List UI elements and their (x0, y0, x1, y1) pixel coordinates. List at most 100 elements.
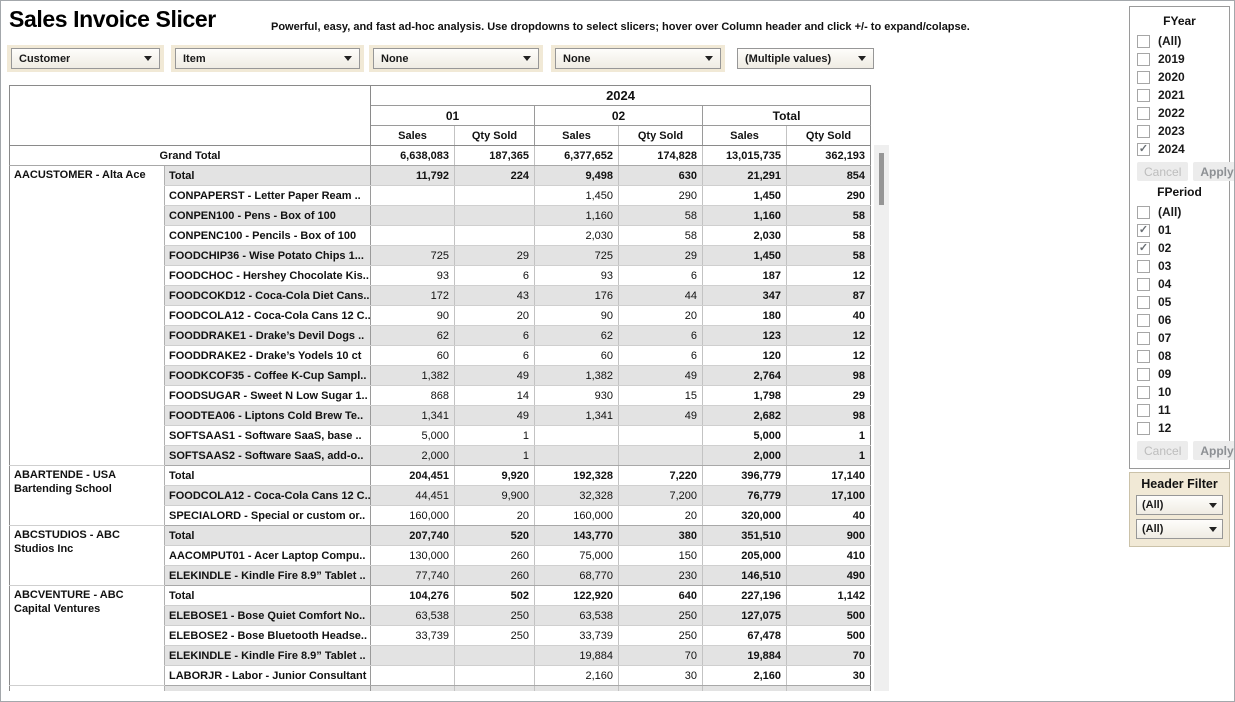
cell-value: 40 (787, 506, 871, 526)
cell-value: 260 (455, 566, 535, 586)
fyear-option-2019[interactable]: 2019 (1137, 50, 1222, 68)
column-header-measure[interactable]: Qty Sold (455, 126, 535, 146)
cell-value: 854 (787, 166, 871, 186)
slicer-select-4[interactable]: None (555, 48, 721, 69)
cell-value: 49 (619, 406, 703, 426)
table-scrollbar-thumb[interactable] (879, 153, 884, 205)
fperiod-option-01[interactable]: ✓01 (1137, 221, 1222, 239)
checkbox-unchecked[interactable] (1137, 53, 1150, 66)
cell-value: 58 (619, 226, 703, 246)
cell-value (703, 686, 787, 692)
fyear-option-2020[interactable]: 2020 (1137, 68, 1222, 86)
slicer-select-2[interactable]: Item (175, 48, 360, 69)
column-header-measure[interactable]: Qty Sold (787, 126, 871, 146)
chevron-down-icon (523, 56, 531, 61)
fperiod-option-09[interactable]: 09 (1137, 365, 1222, 383)
column-header-measure[interactable]: Sales (703, 126, 787, 146)
column-header-period[interactable]: 02 (535, 106, 703, 126)
fyear-option-2022[interactable]: 2022 (1137, 104, 1222, 122)
fyear-cancel-button[interactable]: Cancel (1137, 162, 1188, 181)
column-header-period[interactable]: 01 (371, 106, 535, 126)
pivot-table-container: 20240102TotalSalesQty SoldSalesQty SoldS… (9, 85, 871, 691)
slicer-select-4-value: None (563, 53, 591, 65)
checkbox-unchecked[interactable] (1137, 296, 1150, 309)
checkbox-checked[interactable]: ✓ (1137, 143, 1150, 156)
fperiod-option-03[interactable]: 03 (1137, 257, 1222, 275)
fperiod-option-02[interactable]: ✓02 (1137, 239, 1222, 257)
filter-panel: FYear (All)20192020202120222023✓2024 Can… (1129, 6, 1230, 469)
customer-cell: ABCVENTURE - ABC Capital Ventures (10, 586, 165, 686)
checkbox-unchecked[interactable] (1137, 278, 1150, 291)
cell-value: 122,920 (535, 586, 619, 606)
slicer-select-5[interactable]: (Multiple values) (737, 48, 874, 69)
slicer-strip-5: (Multiple values) (733, 45, 878, 72)
checkbox-unchecked[interactable] (1137, 350, 1150, 363)
column-header-measure[interactable]: Sales (535, 126, 619, 146)
fyear-option-2023[interactable]: 2023 (1137, 122, 1222, 140)
slicer-select-2-value: Item (183, 53, 206, 65)
fyear-option-2021[interactable]: 2021 (1137, 86, 1222, 104)
fperiod-option-08[interactable]: 08 (1137, 347, 1222, 365)
customer-cell (10, 686, 165, 692)
checkbox-unchecked[interactable] (1137, 35, 1150, 48)
fperiod-option-11[interactable]: 11 (1137, 401, 1222, 419)
column-header-period[interactable]: Total (703, 106, 871, 126)
cell-value: 19,884 (703, 646, 787, 666)
slicer-strip-4: None (551, 45, 725, 72)
checkbox-unchecked[interactable] (1137, 404, 1150, 417)
fperiod-option-10[interactable]: 10 (1137, 383, 1222, 401)
grand-total-row: Grand Total6,638,083187,3656,377,652174,… (10, 146, 871, 166)
checkbox-unchecked[interactable] (1137, 314, 1150, 327)
checkbox-unchecked[interactable] (1137, 107, 1150, 120)
slicer-strip-2: Item (171, 45, 364, 72)
checkbox-unchecked[interactable] (1137, 368, 1150, 381)
fperiod-option-12[interactable]: 12 (1137, 419, 1222, 437)
cell-value: 120 (703, 346, 787, 366)
fyear-apply-button[interactable]: Apply (1193, 162, 1235, 181)
cell-value (455, 646, 535, 666)
cell-value: 98 (787, 406, 871, 426)
header-filter-select-1[interactable]: (All) (1136, 495, 1223, 515)
checkbox-unchecked[interactable] (1137, 206, 1150, 219)
fperiod-cancel-button[interactable]: Cancel (1137, 441, 1188, 460)
cell-value: 630 (619, 166, 703, 186)
fperiod-option-05[interactable]: 05 (1137, 293, 1222, 311)
checkbox-unchecked[interactable] (1137, 332, 1150, 345)
header-filter-select-2[interactable]: (All) (1136, 519, 1223, 539)
fperiod-option-04[interactable]: 04 (1137, 275, 1222, 293)
slicer-select-1[interactable]: Customer (11, 48, 160, 69)
checkbox-unchecked[interactable] (1137, 89, 1150, 102)
fperiod-option-all[interactable]: (All) (1137, 203, 1222, 221)
cell-value: 900 (787, 526, 871, 546)
cell-value (371, 666, 455, 686)
column-header-measure[interactable]: Sales (371, 126, 455, 146)
item-label: FOODSUGAR - Sweet N Low Sugar 1.. (165, 386, 371, 406)
cell-value: 58 (787, 206, 871, 226)
fperiod-apply-button[interactable]: Apply (1193, 441, 1235, 460)
slicer-select-3[interactable]: None (373, 48, 539, 69)
cell-value: 1,160 (535, 206, 619, 226)
table-scrollbar-track[interactable] (874, 145, 889, 691)
checkbox-unchecked[interactable] (1137, 422, 1150, 435)
cell-value: 6 (455, 346, 535, 366)
cell-value: 380 (619, 526, 703, 546)
column-header-measure[interactable]: Qty Sold (619, 126, 703, 146)
fyear-option-all[interactable]: (All) (1137, 32, 1222, 50)
fperiod-option-07[interactable]: 07 (1137, 329, 1222, 347)
item-label: FOODKCOF35 - Coffee K-Cup Sampl.. (165, 366, 371, 386)
column-header-year[interactable]: 2024 (371, 86, 871, 106)
fperiod-option-label: 08 (1158, 349, 1171, 363)
checkbox-unchecked[interactable] (1137, 386, 1150, 399)
checkbox-checked[interactable]: ✓ (1137, 242, 1150, 255)
checkbox-unchecked[interactable] (1137, 125, 1150, 138)
checkbox-checked[interactable]: ✓ (1137, 224, 1150, 237)
cell-value: 172 (371, 286, 455, 306)
cell-value: 1 (455, 426, 535, 446)
cell-value: 490 (787, 566, 871, 586)
fperiod-option-06[interactable]: 06 (1137, 311, 1222, 329)
checkbox-unchecked[interactable] (1137, 260, 1150, 273)
fyear-option-label: 2021 (1158, 88, 1185, 102)
checkbox-unchecked[interactable] (1137, 71, 1150, 84)
cell-value (535, 426, 619, 446)
fyear-option-2024[interactable]: ✓2024 (1137, 140, 1222, 158)
